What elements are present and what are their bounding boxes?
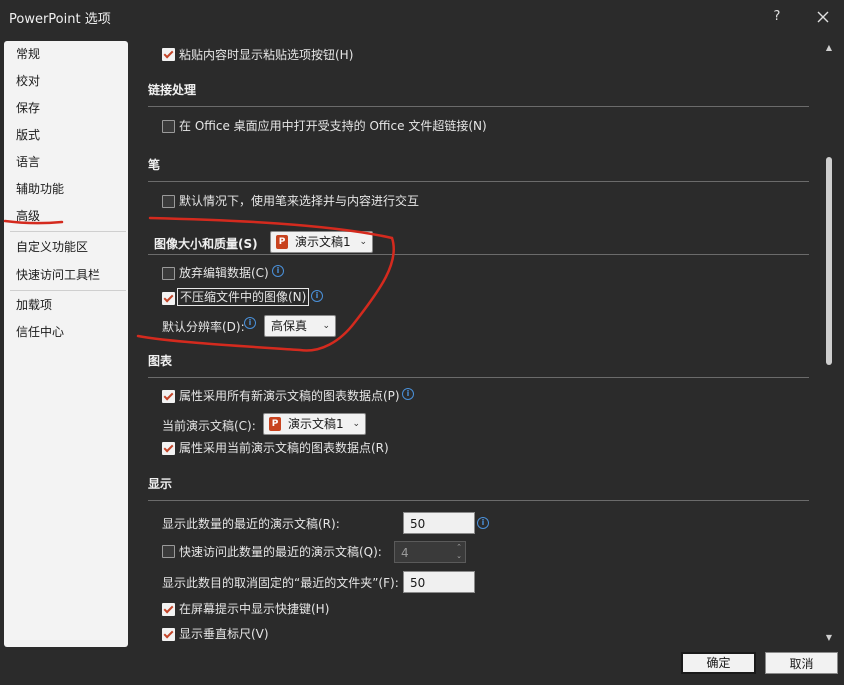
- info-icon: i: [311, 290, 323, 302]
- resolution-label: 默认分辨率(D):: [162, 320, 245, 334]
- current-presentation-value: 演示文稿1: [288, 417, 344, 431]
- discard-edit-data-checkbox[interactable]: [162, 267, 175, 280]
- cancel-button[interactable]: 取消: [765, 652, 838, 674]
- link-section-title: 链接处理: [148, 83, 197, 97]
- info-icon: i: [477, 517, 489, 529]
- sidebar-item-layout[interactable]: 版式: [16, 126, 40, 144]
- vertical-ruler-checkbox[interactable]: [162, 628, 175, 641]
- sidebar-divider: [10, 290, 126, 291]
- scroll-thumb[interactable]: [826, 157, 832, 365]
- open-links-checkbox[interactable]: [162, 120, 175, 133]
- chevron-down-icon: ⌄: [359, 237, 367, 247]
- quick-access-value: 4: [401, 546, 409, 560]
- sidebar-item-general[interactable]: 常规: [16, 45, 40, 63]
- section-divider: [148, 500, 809, 501]
- unpinned-folders-input[interactable]: 50: [403, 571, 475, 593]
- sidebar-item-save[interactable]: 保存: [16, 99, 40, 117]
- resolution-value: 高保真: [271, 319, 308, 333]
- section-divider: [148, 377, 809, 378]
- quick-access-checkbox[interactable]: [162, 545, 175, 558]
- paste-options-checkbox[interactable]: [162, 48, 175, 61]
- chart-current-label: 属性采用当前演示文稿的图表数据点(R): [179, 441, 389, 455]
- section-divider: [148, 106, 809, 107]
- image-document-select[interactable]: P 演示文稿1 ⌄: [270, 231, 373, 253]
- chart-all-new-label: 属性采用所有新演示文稿的图表数据点(P): [179, 389, 400, 403]
- sidebar-item-trust-center[interactable]: 信任中心: [16, 323, 64, 341]
- discard-edit-data-label: 放弃编辑数据(C): [179, 266, 269, 280]
- quick-access-label: 快速访问此数量的最近的演示文稿(Q):: [179, 545, 382, 559]
- info-icon: i: [272, 265, 284, 277]
- use-pen-checkbox[interactable]: [162, 195, 175, 208]
- sidebar: 常规 校对 保存 版式 语言 辅助功能 高级 自定义功能区 快速访问工具栏 加载…: [4, 41, 128, 647]
- paste-options-label: 粘贴内容时显示粘贴选项按钮(H): [179, 48, 354, 62]
- powerpoint-icon: P: [276, 235, 288, 249]
- sidebar-item-quick-access-toolbar[interactable]: 快速访问工具栏: [16, 266, 100, 284]
- chart-current-checkbox[interactable]: [162, 442, 175, 455]
- sidebar-divider: [10, 231, 126, 232]
- spin-arrows-icon: ⌃ ⌄: [456, 543, 462, 560]
- no-compress-label: 不压缩文件中的图像(N): [177, 288, 310, 306]
- recent-count-label: 显示此数量的最近的演示文稿(R):: [162, 517, 340, 531]
- sidebar-item-advanced[interactable]: 高级: [16, 207, 40, 225]
- options-content: 粘贴内容时显示粘贴选项按钮(H) 链接处理 在 Office 桌面应用中打开受支…: [140, 38, 820, 648]
- scroll-down-icon[interactable]: ▼: [824, 633, 834, 643]
- resolution-select[interactable]: 高保真 ⌄: [264, 315, 336, 337]
- close-icon: [817, 11, 829, 23]
- scroll-up-icon[interactable]: ▲: [824, 43, 834, 53]
- close-button[interactable]: [812, 6, 834, 28]
- shortcut-tips-label: 在屏幕提示中显示快捷键(H): [179, 602, 330, 616]
- shortcut-tips-checkbox[interactable]: [162, 603, 175, 616]
- sidebar-item-language[interactable]: 语言: [16, 153, 40, 171]
- use-pen-label: 默认情况下，使用笔来选择并与内容进行交互: [179, 194, 420, 208]
- vertical-ruler-label: 显示垂直标尺(V): [179, 627, 269, 641]
- image-document-value: 演示文稿1: [295, 235, 351, 249]
- powerpoint-icon: P: [269, 417, 281, 431]
- chart-section-title: 图表: [148, 354, 173, 368]
- recent-count-input[interactable]: 50: [403, 512, 475, 534]
- sidebar-item-add-ins[interactable]: 加载项: [16, 296, 52, 314]
- sidebar-item-accessibility[interactable]: 辅助功能: [16, 180, 64, 198]
- chevron-down-icon: ⌄: [352, 419, 360, 429]
- dialog-title: PowerPoint 选项: [9, 12, 111, 27]
- help-icon: ?: [773, 9, 781, 24]
- chart-all-new-checkbox[interactable]: [162, 390, 175, 403]
- ok-button[interactable]: 确定: [681, 652, 756, 674]
- current-presentation-select[interactable]: P 演示文稿1 ⌄: [263, 413, 366, 435]
- image-section-title: 图像大小和质量(S): [154, 237, 258, 251]
- unpinned-folders-label: 显示此数目的取消固定的“最近的文件夹”(F):: [162, 576, 399, 590]
- title-bar: PowerPoint 选项 ?: [0, 0, 844, 34]
- chevron-down-icon: ⌄: [322, 321, 330, 331]
- quick-access-stepper[interactable]: 4 ⌃ ⌄: [394, 541, 466, 563]
- display-section-title: 显示: [148, 477, 173, 491]
- no-compress-checkbox[interactable]: [162, 292, 175, 305]
- section-divider: [148, 181, 809, 182]
- pen-section-title: 笔: [148, 158, 161, 172]
- options-dialog: PowerPoint 选项 ? 常规 校对 保存 版式 语言 辅助功能 高级 自…: [0, 0, 844, 685]
- section-divider: [148, 254, 809, 255]
- vertical-scrollbar[interactable]: ▲ ▼: [822, 41, 836, 647]
- info-icon: i: [244, 317, 256, 329]
- sidebar-item-proofing[interactable]: 校对: [16, 72, 40, 90]
- help-button[interactable]: ?: [766, 6, 788, 28]
- sidebar-item-customize-ribbon[interactable]: 自定义功能区: [16, 238, 88, 256]
- info-icon: i: [402, 388, 414, 400]
- current-presentation-label: 当前演示文稿(C):: [162, 419, 256, 433]
- open-links-label: 在 Office 桌面应用中打开受支持的 Office 文件超链接(N): [179, 119, 487, 133]
